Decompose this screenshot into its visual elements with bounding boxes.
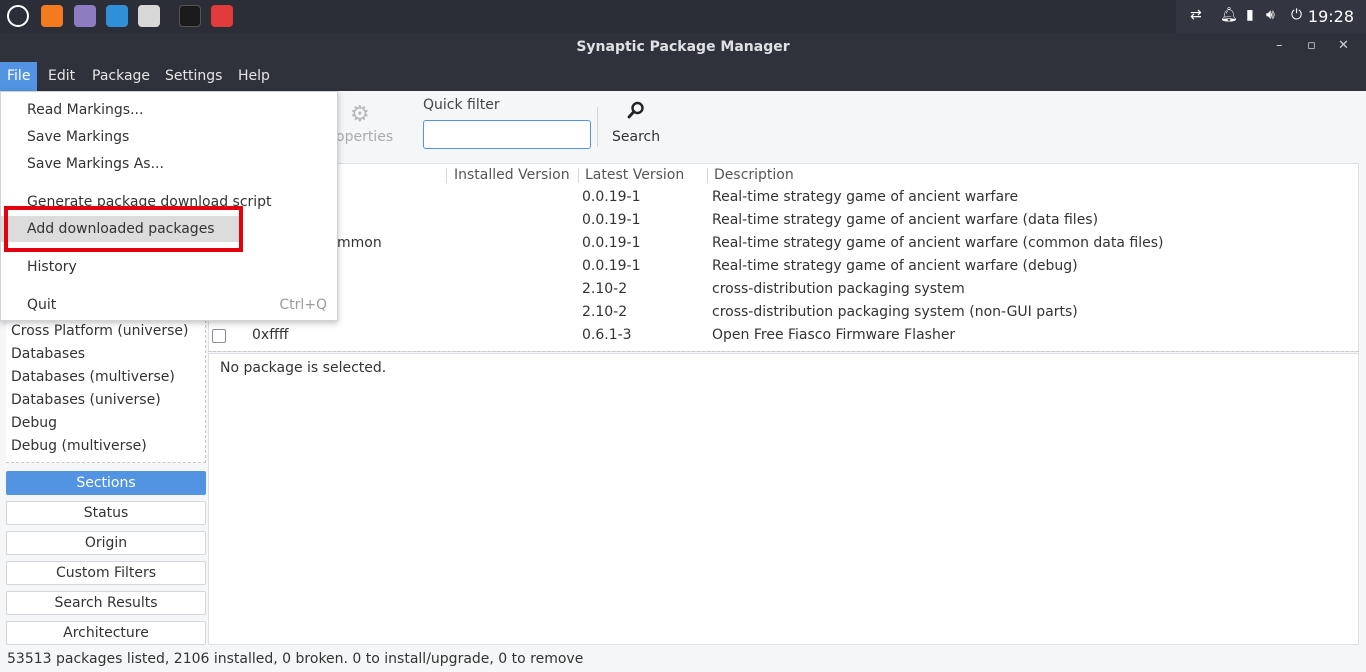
pane-divider[interactable]	[208, 351, 1359, 352]
menu-item-history[interactable]: History	[1, 254, 337, 280]
search-icon	[627, 101, 644, 119]
firefox-icon[interactable]	[41, 5, 63, 27]
package-description: Real-time strategy game of ancient warfa…	[712, 212, 1099, 228]
latest-version: 2.10-2	[582, 304, 628, 320]
column-separator	[707, 168, 708, 183]
package-description: Open Free Fiasco Firmware Flasher	[712, 327, 956, 343]
package-description: Real-time strategy game of ancient warfa…	[712, 189, 1019, 205]
origin-button[interactable]: Origin	[6, 531, 206, 555]
files-icon[interactable]	[74, 5, 96, 27]
text-editor-icon[interactable]	[106, 5, 128, 27]
table-row[interactable]: 0.0.19-1 Real-time strategy game of anci…	[209, 256, 1358, 279]
latest-version: 0.0.19-1	[582, 235, 641, 251]
menu-help[interactable]: Help	[231, 62, 277, 91]
package-checkbox[interactable]	[212, 329, 226, 343]
window-titlebar: Synaptic Package Manager – ▫ ✕	[0, 33, 1366, 62]
search-results-button[interactable]: Search Results	[6, 591, 206, 615]
menu-settings[interactable]: Settings	[158, 62, 229, 91]
table-row[interactable]: 0.0.19-1 Real-time strategy game of anci…	[209, 187, 1358, 210]
table-row[interactable]: 0.0.19-1 Real-time strategy game of anci…	[209, 210, 1358, 233]
sections-button[interactable]: Sections	[6, 471, 206, 495]
toolbar-separator	[597, 107, 598, 147]
minimize-icon[interactable]: –	[1276, 38, 1283, 53]
table-row[interactable]: 2.10-2 cross-distribution packaging syst…	[209, 302, 1358, 325]
package-name: 0xffff	[252, 327, 289, 343]
properties-button-label: operties	[336, 129, 394, 145]
notification-bell-icon[interactable]: 🔔︎	[1220, 7, 1238, 23]
battery-icon[interactable]: ▮	[1246, 7, 1254, 23]
column-separator	[578, 168, 579, 183]
menu-file[interactable]: File	[0, 62, 38, 91]
latest-version: 0.6.1-3	[582, 327, 632, 343]
table-row[interactable]: 0xffff 0.6.1-3 Open Free Fiasco Firmware…	[209, 325, 1358, 348]
package-description: cross-distribution packaging system	[712, 281, 965, 297]
quit-label: Quit	[27, 297, 57, 313]
annotation-highlight-box	[4, 206, 243, 252]
package-details-pane: No package is selected.	[208, 353, 1359, 645]
table-header: Installed Version Latest Version Descrip…	[209, 164, 1358, 187]
column-installed-version[interactable]: Installed Version	[454, 167, 570, 183]
table-row[interactable]: 2.10-2 cross-distribution packaging syst…	[209, 279, 1358, 302]
menu-item-save-markings[interactable]: Save Markings	[1, 124, 337, 150]
menu-item-quit[interactable]: Quit Ctrl+Q	[1, 292, 337, 318]
latest-version: 0.0.19-1	[582, 189, 641, 205]
menubar: File Edit Package Settings Help	[0, 62, 1366, 91]
quit-shortcut: Ctrl+Q	[279, 297, 327, 313]
screenshot-icon[interactable]	[138, 5, 160, 27]
menu-item-save-markings-as[interactable]: Save Markings As...	[1, 151, 337, 177]
section-item[interactable]: Databases	[6, 343, 205, 366]
package-table: Installed Version Latest Version Descrip…	[208, 163, 1359, 352]
section-item[interactable]: Cross Platform (universe)	[6, 320, 205, 343]
latest-version: 0.0.19-1	[582, 212, 641, 228]
clock[interactable]: 19:28	[1308, 7, 1354, 26]
architecture-button[interactable]: Architecture	[6, 621, 206, 645]
package-description: cross-distribution packaging system (non…	[712, 304, 1078, 320]
section-item[interactable]: Databases (multiverse)	[6, 366, 205, 389]
package-name: mmon	[337, 235, 382, 251]
volume-icon[interactable]: 🔊︎	[1266, 7, 1275, 23]
status-button[interactable]: Status	[6, 501, 206, 525]
gear-icon: ⚙	[350, 102, 370, 127]
section-item[interactable]: Databases (universe)	[6, 389, 205, 412]
column-latest-version[interactable]: Latest Version	[585, 167, 684, 183]
app-menu-icon[interactable]	[7, 5, 29, 27]
status-bar: 53513 packages listed, 2106 installed, 0…	[0, 646, 1366, 672]
search-button-label: Search	[612, 129, 661, 145]
window-title: Synaptic Package Manager	[576, 39, 790, 55]
details-text: No package is selected.	[220, 360, 387, 376]
system-tray: ⇄ 🔔︎ ▮ 🔊︎ ⏻ 19:28	[1176, 0, 1366, 33]
menu-package[interactable]: Package	[85, 62, 157, 91]
latest-version: 2.10-2	[582, 281, 628, 297]
sections-list: Cross Platform (universe) Databases Data…	[6, 320, 206, 463]
search-button[interactable]: Search	[605, 99, 665, 151]
package-description: Real-time strategy game of ancient warfa…	[712, 258, 1078, 274]
status-text: 53513 packages listed, 2106 installed, 0…	[7, 651, 584, 667]
terminal-icon[interactable]	[179, 5, 201, 27]
column-separator	[446, 168, 447, 183]
network-icon[interactable]: ⇄	[1190, 7, 1202, 23]
quick-filter-input[interactable]	[423, 120, 591, 149]
quick-filter-label: Quick filter	[423, 97, 500, 113]
synaptic-icon[interactable]	[211, 5, 233, 27]
section-item[interactable]: Debug	[6, 412, 205, 435]
package-description: Real-time strategy game of ancient warfa…	[712, 235, 1164, 251]
section-item[interactable]: Debug (multiverse)	[6, 435, 205, 458]
maximize-icon[interactable]: ▫	[1307, 38, 1316, 53]
column-description[interactable]: Description	[714, 167, 794, 183]
custom-filters-button[interactable]: Custom Filters	[6, 561, 206, 585]
latest-version: 0.0.19-1	[582, 258, 641, 274]
system-top-panel: ⇄ 🔔︎ ▮ 🔊︎ ⏻ 19:28	[0, 0, 1366, 33]
power-icon[interactable]: ⏻	[1291, 7, 1302, 23]
table-row[interactable]: mmon 0.0.19-1 Real-time strategy game of…	[209, 233, 1358, 256]
menu-edit[interactable]: Edit	[41, 62, 82, 91]
close-icon[interactable]: ✕	[1338, 38, 1349, 53]
menu-item-read-markings[interactable]: Read Markings...	[1, 97, 337, 123]
